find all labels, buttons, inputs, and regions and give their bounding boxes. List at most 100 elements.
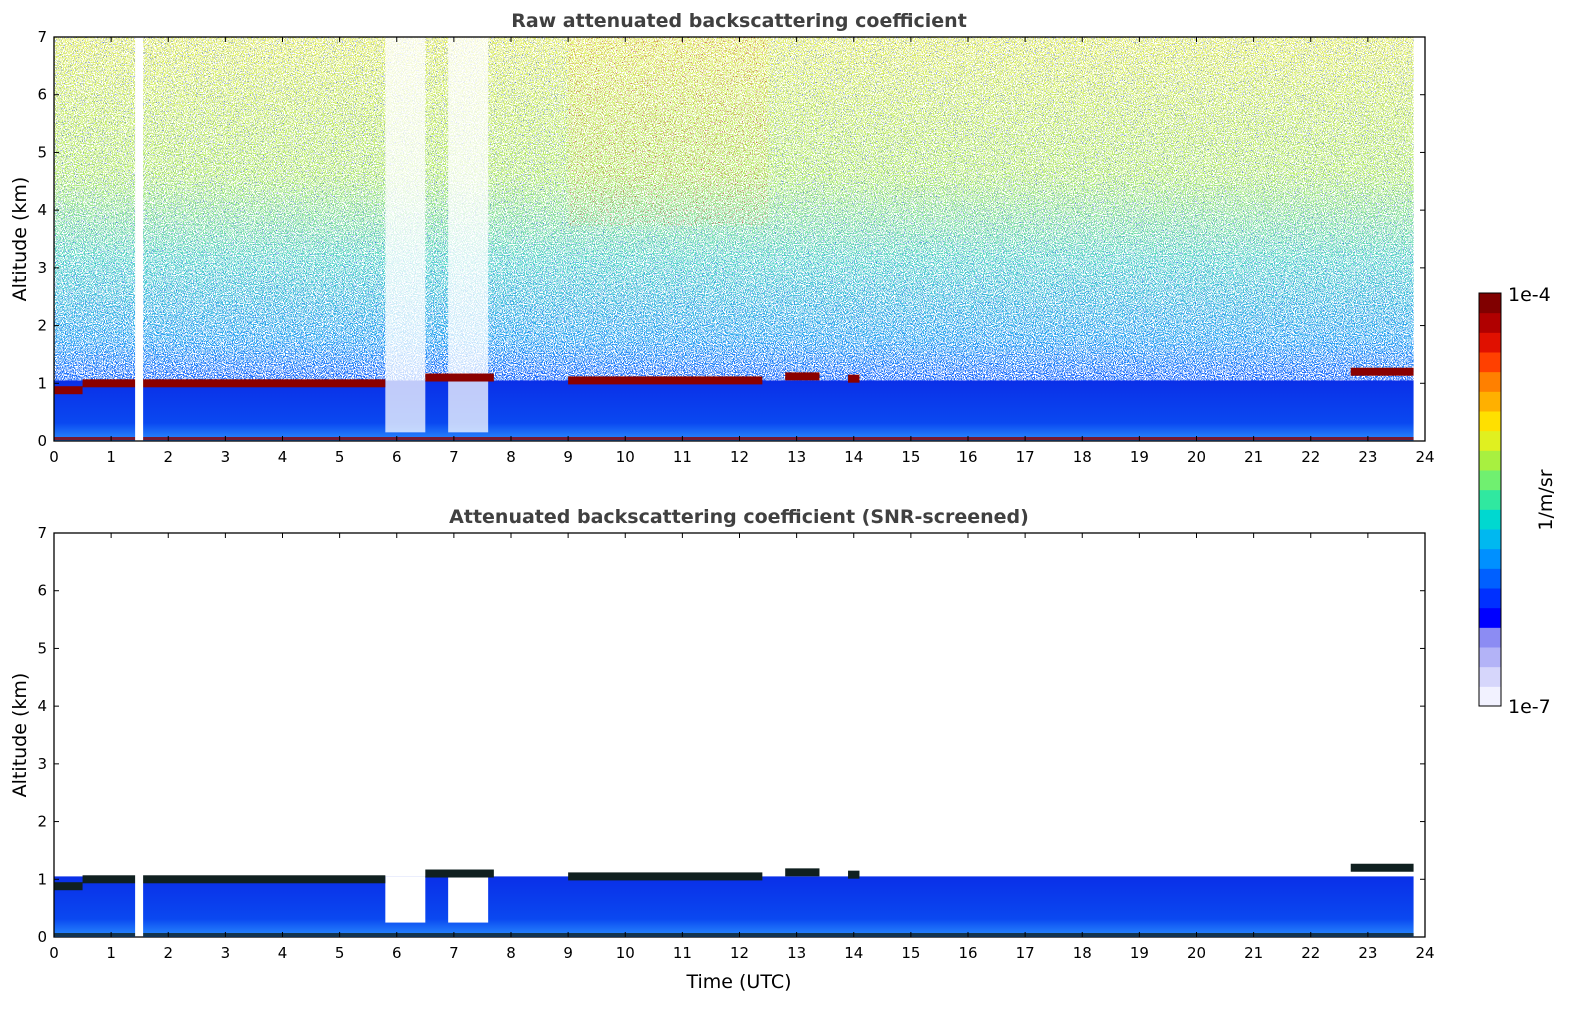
x-tick-label: 10: [616, 944, 635, 962]
panel2-ylabel: Altitude (km): [9, 673, 31, 798]
x-tick-label: 23: [1358, 448, 1377, 466]
panel1-title: Raw attenuated backscattering coefficien…: [511, 10, 967, 32]
x-tick-label: 0: [49, 448, 59, 466]
high-signal-window: [568, 37, 769, 226]
cloud-layer-segment: [82, 379, 386, 388]
x-tick-label: 1: [106, 448, 116, 466]
x-tick-label: 0: [49, 944, 59, 962]
surface-return: [54, 933, 1414, 936]
x-tick-label: 3: [221, 944, 231, 962]
colorbar: [1478, 292, 1502, 707]
panel2-plot: [54, 533, 1414, 937]
x-tick-label: 7: [449, 944, 459, 962]
x-tick-label: 13: [787, 448, 806, 466]
colorbar-segment: [1479, 391, 1501, 412]
y-tick-label: 3: [37, 755, 47, 773]
x-tick-label: 21: [1244, 448, 1263, 466]
colorbar-segment: [1479, 548, 1501, 569]
x-tick-label: 10: [616, 448, 635, 466]
cloud-layer-segment: [1350, 367, 1414, 376]
x-tick-label: 9: [563, 944, 573, 962]
y-tick-label: 3: [37, 259, 47, 277]
x-tick-label: 24: [1415, 944, 1434, 962]
y-tick-label: 2: [37, 813, 47, 831]
data-gap: [135, 37, 144, 441]
x-tick-label: 17: [1016, 448, 1035, 466]
x-tick-label: 23: [1358, 944, 1377, 962]
clear-column: [448, 37, 489, 433]
x-tick-label: 21: [1244, 944, 1263, 962]
y-tick-label: 0: [37, 432, 47, 450]
y-tick-label: 4: [37, 697, 47, 715]
x-tick-label: 12: [730, 448, 749, 466]
x-tick-label: 17: [1016, 944, 1035, 962]
x-tick-label: 16: [958, 944, 977, 962]
x-tick-label: 15: [901, 944, 920, 962]
panel1-ylabel: Altitude (km): [9, 177, 31, 302]
colorbar-segment: [1479, 666, 1501, 687]
cloud-layer-segment: [848, 374, 860, 383]
colorbar-segment: [1479, 489, 1501, 510]
x-tick-label: 18: [1073, 448, 1092, 466]
x-tick-label: 16: [958, 448, 977, 466]
surface-return: [54, 437, 1414, 440]
x-tick-label: 20: [1187, 944, 1206, 962]
cloud-layer-segment: [568, 376, 763, 385]
x-tick-label: 24: [1415, 448, 1434, 466]
cloud-layer-segment: [82, 875, 386, 884]
cloud-layer-segment: [425, 869, 494, 878]
y-tick-label: 1: [37, 870, 47, 888]
y-tick-label: 4: [37, 201, 47, 219]
x-tick-label: 8: [506, 448, 516, 466]
data-gap: [135, 533, 144, 937]
x-tick-label: 2: [163, 448, 173, 466]
x-tick-label: 5: [335, 448, 345, 466]
colorbar-unit-label: 1/m/sr: [1535, 469, 1557, 530]
panel2-xlabel: Time (UTC): [685, 971, 791, 993]
x-tick-label: 3: [221, 448, 231, 466]
x-tick-label: 1: [106, 944, 116, 962]
y-tick-label: 0: [37, 928, 47, 946]
colorbar-segment: [1479, 371, 1501, 392]
colorbar-segment: [1479, 588, 1501, 609]
colorbar-segment: [1479, 568, 1501, 589]
x-tick-label: 14: [844, 448, 863, 466]
clear-column: [448, 876, 489, 923]
cloud-layer-segment: [425, 373, 494, 382]
cloud-layer-segment: [54, 882, 83, 891]
x-tick-label: 20: [1187, 448, 1206, 466]
colorbar-segment: [1479, 686, 1501, 707]
y-tick-label: 7: [37, 28, 47, 46]
cloud-layer-segment: [785, 868, 820, 877]
x-tick-label: 14: [844, 944, 863, 962]
x-tick-label: 19: [1130, 944, 1149, 962]
colorbar-segment: [1479, 411, 1501, 432]
cloud-layer-segment: [54, 386, 83, 395]
x-tick-label: 5: [335, 944, 345, 962]
colorbar-segment: [1479, 332, 1501, 353]
colorbar-segment: [1479, 450, 1501, 471]
boundary-layer: [54, 876, 1414, 937]
y-tick-label: 5: [37, 143, 47, 161]
colorbar-segment: [1479, 529, 1501, 550]
x-tick-label: 9: [563, 448, 573, 466]
x-tick-label: 15: [901, 448, 920, 466]
y-tick-label: 6: [37, 86, 47, 104]
x-tick-label: 7: [449, 448, 459, 466]
x-tick-label: 6: [392, 448, 402, 466]
x-tick-label: 19: [1130, 448, 1149, 466]
colorbar-segment: [1479, 470, 1501, 491]
x-tick-label: 22: [1301, 448, 1320, 466]
boundary-layer: [54, 380, 1414, 441]
x-tick-label: 11: [673, 944, 692, 962]
cloud-layer-segment: [1350, 863, 1414, 872]
colorbar-segment: [1479, 647, 1501, 668]
colorbar-segment: [1479, 509, 1501, 530]
panel1-plot: [54, 37, 1414, 441]
clear-column: [385, 37, 426, 433]
y-tick-label: 6: [37, 582, 47, 600]
x-tick-label: 18: [1073, 944, 1092, 962]
colorbar-segment: [1479, 293, 1501, 314]
x-tick-label: 6: [392, 944, 402, 962]
clear-column: [385, 876, 426, 923]
